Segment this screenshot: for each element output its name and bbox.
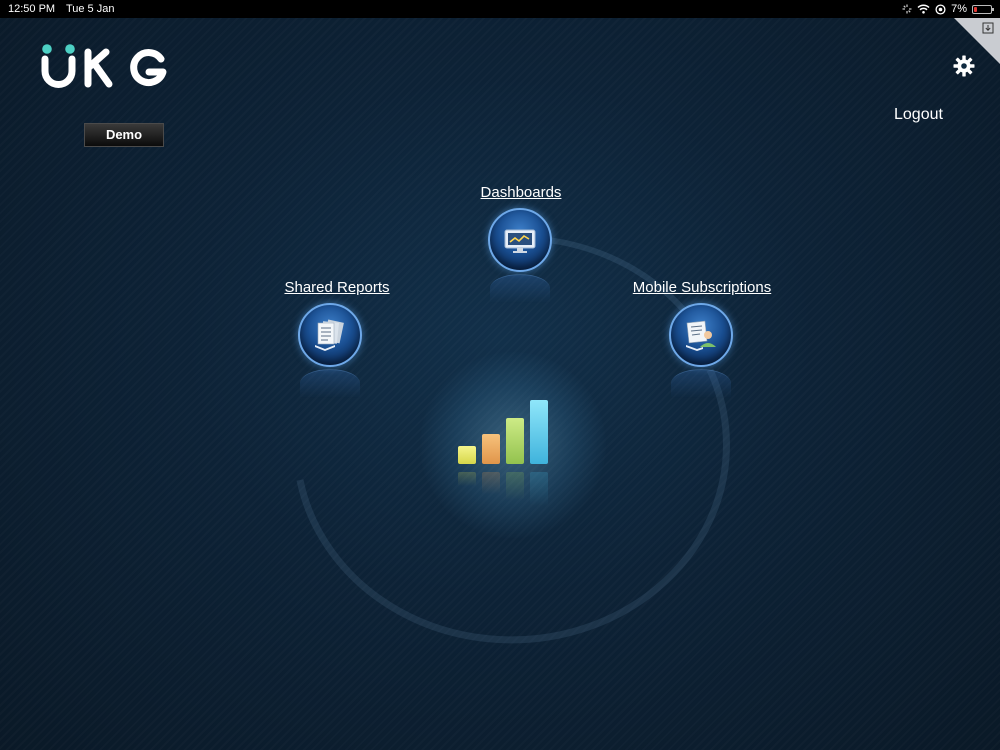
gear-icon[interactable]	[953, 55, 975, 77]
wifi-icon	[917, 4, 930, 14]
chart-bar-4-reflection	[530, 472, 548, 506]
chart-bar-1	[458, 446, 476, 464]
subscription-user-icon	[686, 320, 716, 351]
status-time: 12:50 PM	[8, 3, 56, 15]
battery-icon	[972, 4, 994, 14]
dashboards-button[interactable]	[488, 208, 552, 272]
demo-badge: Demo	[84, 123, 164, 147]
ukg-logo	[41, 44, 167, 88]
chart-bar-1-reflection	[458, 472, 476, 486]
download-tray-icon[interactable]	[982, 22, 994, 34]
mobile-subscriptions-reflection	[671, 369, 731, 398]
status-date: Tue 5 Jan	[65, 3, 115, 15]
shared-reports-link[interactable]: Shared Reports	[284, 279, 389, 296]
chart-bar-2	[482, 434, 500, 464]
dashboards-link[interactable]: Dashboards	[481, 184, 562, 201]
mobile-subscriptions-link[interactable]: Mobile Subscriptions	[633, 279, 771, 296]
dashboards-reflection	[490, 274, 550, 303]
chart-bar-3	[506, 418, 524, 464]
shared-reports-button[interactable]	[298, 303, 362, 367]
battery-percent: 7%	[951, 3, 967, 15]
status-bar: 12:50 PM Tue 5 Jan 7%	[0, 0, 1000, 18]
chart-bar-4	[530, 400, 548, 464]
activity-icon	[902, 4, 912, 14]
mobile-subscriptions-button[interactable]	[669, 303, 733, 367]
shared-reports-reflection	[300, 369, 360, 398]
dashboard-monitor-icon	[504, 229, 536, 253]
chart-bar-3-reflection	[506, 472, 524, 500]
logout-link[interactable]: Logout	[894, 106, 943, 124]
location-lock-icon	[935, 3, 946, 15]
chart-bar-2-reflection	[482, 472, 500, 494]
reports-stack-icon	[315, 319, 344, 351]
